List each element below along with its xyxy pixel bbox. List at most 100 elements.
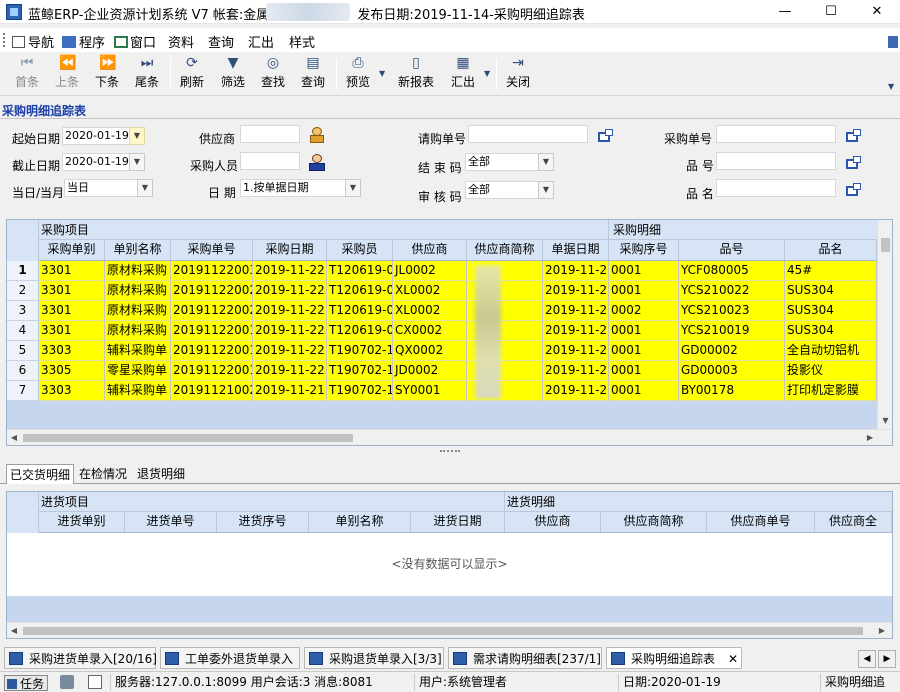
table-cell[interactable]: YCS210019 [679, 321, 785, 341]
table-cell[interactable]: T190702-1 [327, 341, 393, 361]
scroll-right-arrow-icon[interactable]: ▶ [877, 626, 887, 635]
table-cell[interactable]: QX0002 [393, 341, 467, 361]
scroll-down-arrow-icon[interactable]: ▼ [880, 416, 891, 425]
row-number[interactable]: 2 [7, 281, 39, 301]
menu-style[interactable]: 样式 [289, 32, 315, 51]
minimize-button[interactable]: — [762, 0, 808, 24]
buyer-lookup-icon[interactable] [308, 154, 326, 172]
vertical-scrollbar[interactable]: ▼ [877, 220, 892, 429]
close-window-button[interactable]: ⇥ 关闭 [503, 54, 533, 92]
row-number[interactable]: 3 [7, 301, 39, 321]
table-cell[interactable]: 3305 [39, 361, 105, 381]
table-cell[interactable]: 3303 [39, 341, 105, 361]
table-cell[interactable]: 2019-11-22 [253, 321, 327, 341]
menu-window[interactable]: 窗口 [114, 32, 156, 51]
row-number[interactable]: 1 [7, 261, 39, 281]
table-cell[interactable]: 2019-11-22 [543, 261, 609, 281]
column-header[interactable]: 采购序号 [609, 240, 679, 260]
table-cell[interactable]: SUS304 [785, 281, 877, 301]
table-cell[interactable]: 2019-11-22 [543, 341, 609, 361]
table-cell[interactable]: YCF080005 [679, 261, 785, 281]
table-cell[interactable]: 0001 [609, 381, 679, 401]
table-cell[interactable]: 20191122002 [171, 281, 253, 301]
tabs-scroll-left-icon[interactable]: ◀ [858, 650, 876, 668]
tab-return-detail[interactable]: 退货明细 [134, 464, 188, 484]
table-cell[interactable]: 20191122003 [171, 261, 253, 281]
row-number[interactable]: 4 [7, 321, 39, 341]
table-cell[interactable]: T190702-1 [327, 361, 393, 381]
supplier-field[interactable] [240, 125, 300, 143]
toolbar-overflow-icon[interactable]: ▼ [888, 82, 894, 91]
table-cell[interactable]: GD00002 [679, 341, 785, 361]
end-date-dropdown-icon[interactable]: ▼ [129, 153, 145, 171]
table-cell[interactable]: 2019-11-21 [543, 381, 609, 401]
table-cell[interactable]: 2019-11-22 [543, 361, 609, 381]
column-header[interactable]: 品号 [679, 240, 785, 260]
column-header[interactable]: 采购日期 [253, 240, 327, 260]
table-cell[interactable]: GD00003 [679, 361, 785, 381]
task-tab-requisition-detail[interactable]: 需求请购明细表[237/1] [448, 647, 602, 669]
period-select[interactable]: 当日 [64, 179, 138, 197]
scroll-left-arrow-icon[interactable]: ◀ [9, 626, 19, 635]
scroll-thumb[interactable] [881, 238, 890, 252]
scroll-left-arrow-icon[interactable]: ◀ [9, 433, 19, 442]
table-cell[interactable]: JD0002 [393, 361, 467, 381]
table-cell[interactable]: 0001 [609, 321, 679, 341]
horizontal-scrollbar[interactable]: ◀ ▶ [7, 429, 892, 445]
close-tab-icon[interactable]: ✕ [728, 648, 738, 670]
calendar-icon[interactable] [88, 675, 102, 689]
find-button[interactable]: ◎ 查找 [258, 54, 288, 92]
table-cell[interactable]: SY0001 [393, 381, 467, 401]
preview-dropdown-icon[interactable]: ▼ [379, 69, 385, 78]
purchase-no-field[interactable] [716, 125, 836, 143]
table-cell[interactable]: T120619-0 [327, 281, 393, 301]
table-cell[interactable]: JL0002 [393, 261, 467, 281]
export-dropdown-icon[interactable]: ▼ [484, 69, 490, 78]
purchase-no-lookup-icon[interactable] [846, 129, 861, 142]
column-header[interactable]: 供应商简称 [467, 240, 543, 260]
table-cell[interactable]: T120619-0 [327, 321, 393, 341]
filter-button[interactable]: ▼ 筛选 [218, 54, 248, 92]
export-button[interactable]: ▦ 汇出 [448, 54, 478, 92]
table-cell[interactable]: 2019-11-22 [253, 261, 327, 281]
table-cell[interactable]: 原材料采购 [105, 261, 171, 281]
menu-data[interactable]: 资料 [168, 32, 194, 51]
table-cell[interactable]: 3301 [39, 261, 105, 281]
request-no-lookup-icon[interactable] [598, 129, 613, 142]
column-header[interactable]: 单别名称 [309, 512, 411, 532]
item-no-lookup-icon[interactable] [846, 156, 861, 169]
table-cell[interactable]: 20191122001 [171, 341, 253, 361]
table-cell[interactable]: 0001 [609, 361, 679, 381]
table-cell[interactable]: 0001 [609, 261, 679, 281]
row-number[interactable]: 6 [7, 361, 39, 381]
table-cell[interactable]: 3301 [39, 281, 105, 301]
maximize-button[interactable]: ☐ [808, 0, 854, 24]
closed-code-select[interactable]: 全部 [465, 153, 539, 171]
column-header[interactable]: 进货单号 [125, 512, 217, 532]
column-header[interactable]: 供应商简称 [601, 512, 707, 532]
table-cell[interactable]: 2019-11-22 [253, 341, 327, 361]
column-header[interactable]: 采购单别 [39, 240, 105, 260]
menu-query[interactable]: 查询 [208, 32, 234, 51]
column-header[interactable]: 进货日期 [411, 512, 505, 532]
buyer-field[interactable] [240, 152, 300, 170]
table-cell[interactable]: 0001 [609, 341, 679, 361]
table-cell[interactable]: T190702-1 [327, 381, 393, 401]
audit-code-dropdown-icon[interactable]: ▼ [538, 181, 554, 199]
column-header[interactable]: 进货序号 [217, 512, 309, 532]
column-header[interactable]: 进货单别 [39, 512, 125, 532]
detail-horizontal-scrollbar[interactable]: ◀ ▶ [7, 622, 892, 638]
column-header[interactable]: 供应商 [505, 512, 601, 532]
column-header[interactable]: 供应商 [393, 240, 467, 260]
table-cell[interactable]: 2019-11-22 [543, 321, 609, 341]
item-no-field[interactable] [716, 152, 836, 170]
task-tab-purchase-return[interactable]: 采购退货单录入[3/3] [304, 647, 444, 669]
end-date-field[interactable]: 2020-01-19 [62, 153, 130, 171]
task-tab-purchase-tracking[interactable]: 采购明细追踪表 ✕ [606, 647, 742, 669]
menu-export[interactable]: 汇出 [248, 32, 274, 51]
table-cell[interactable]: 2019-11-22 [253, 281, 327, 301]
scroll-thumb[interactable] [23, 627, 863, 635]
last-record-button[interactable]: ⏭ 尾条 [132, 54, 162, 92]
date-mode-dropdown-icon[interactable]: ▼ [345, 179, 361, 197]
first-record-button[interactable]: ⏮ 首条 [12, 54, 42, 92]
